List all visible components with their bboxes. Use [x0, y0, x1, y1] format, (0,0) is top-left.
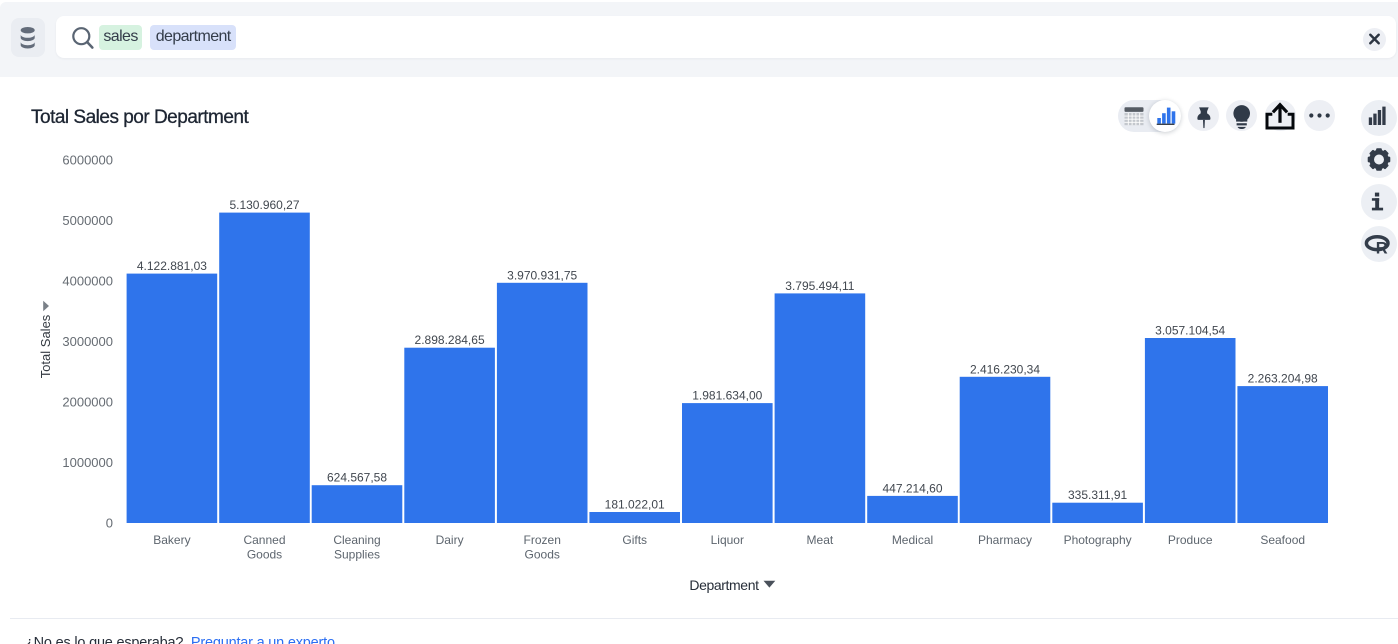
- svg-text:1000000: 1000000: [62, 455, 113, 470]
- svg-text:2.898.284,65: 2.898.284,65: [415, 333, 485, 347]
- svg-text:2.416.230,34: 2.416.230,34: [970, 362, 1040, 376]
- svg-text:2000000: 2000000: [62, 395, 113, 410]
- svg-text:4.122.881,03: 4.122.881,03: [137, 259, 207, 273]
- svg-text:2.263.204,98: 2.263.204,98: [1248, 372, 1318, 386]
- svg-text:5.130.960,27: 5.130.960,27: [229, 198, 299, 212]
- svg-text:Total Sales: Total Sales: [38, 314, 53, 378]
- svg-text:181.022,01: 181.022,01: [605, 498, 665, 512]
- svg-text:0: 0: [106, 516, 113, 531]
- svg-text:Goods: Goods: [525, 548, 560, 562]
- svg-text:R: R: [1376, 240, 1388, 258]
- svg-text:Canned: Canned: [243, 533, 285, 547]
- svg-text:624.567,58: 624.567,58: [327, 471, 387, 485]
- svg-text:Frozen: Frozen: [524, 533, 561, 547]
- svg-text:Medical: Medical: [892, 533, 933, 547]
- svg-text:Liquor: Liquor: [711, 533, 744, 547]
- svg-text:4000000: 4000000: [62, 274, 113, 289]
- svg-text:Bakery: Bakery: [153, 533, 190, 547]
- svg-text:Supplies: Supplies: [334, 548, 380, 562]
- svg-text:5000000: 5000000: [62, 213, 113, 228]
- svg-text:Department: Department: [689, 577, 759, 593]
- svg-text:3.057.104,54: 3.057.104,54: [1155, 324, 1225, 338]
- svg-text:Produce: Produce: [1168, 533, 1213, 547]
- svg-text:Gifts: Gifts: [622, 533, 647, 547]
- svg-text:Dairy: Dairy: [436, 533, 464, 547]
- svg-text:335.311,91: 335.311,91: [1068, 488, 1127, 502]
- svg-text:1.981.634,00: 1.981.634,00: [692, 389, 762, 403]
- svg-text:Meat: Meat: [807, 533, 834, 547]
- svg-text:3000000: 3000000: [62, 334, 113, 349]
- svg-text:Pharmacy: Pharmacy: [978, 533, 1032, 547]
- svg-text:3.970.931,75: 3.970.931,75: [507, 268, 577, 282]
- svg-text:447.214,60: 447.214,60: [882, 481, 942, 495]
- svg-text:Seafood: Seafood: [1260, 533, 1305, 547]
- svg-text:Cleaning: Cleaning: [333, 533, 380, 547]
- svg-text:Goods: Goods: [247, 548, 282, 562]
- svg-text:6000000: 6000000: [62, 153, 113, 168]
- svg-text:Photography: Photography: [1064, 533, 1132, 547]
- svg-text:3.795.494,11: 3.795.494,11: [785, 279, 855, 293]
